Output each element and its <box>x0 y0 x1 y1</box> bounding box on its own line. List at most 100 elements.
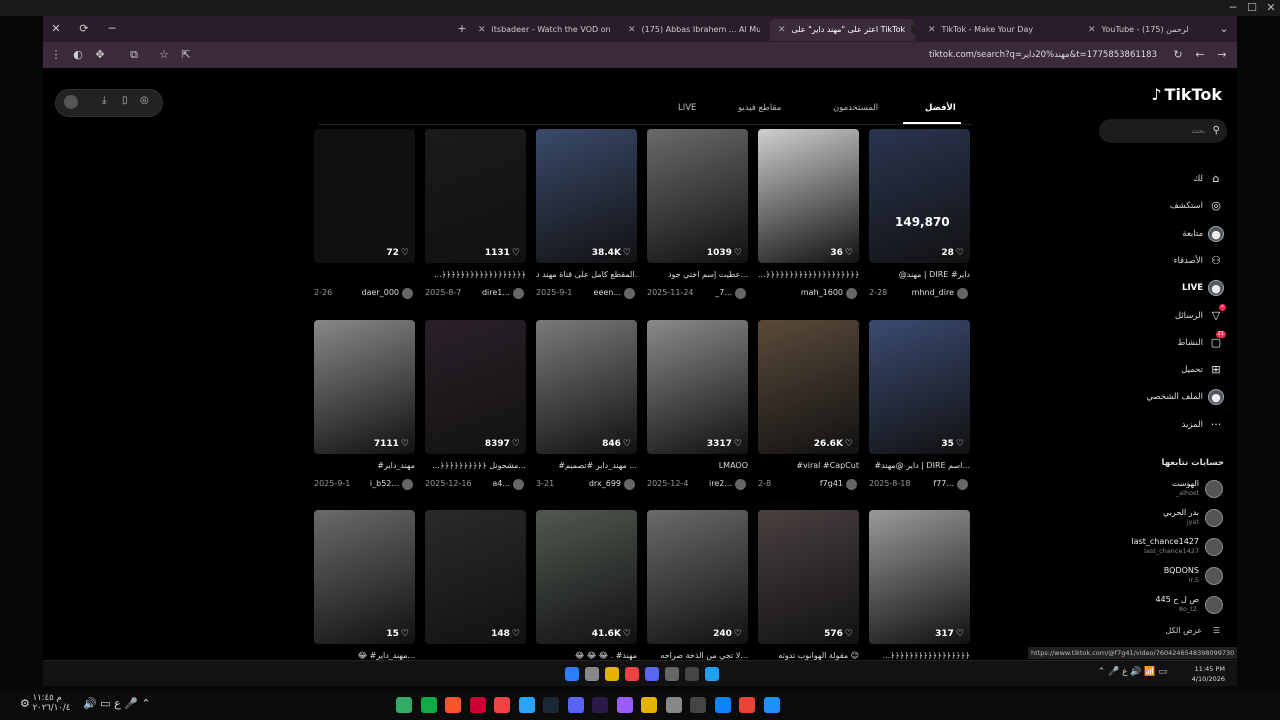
profile-icon[interactable]: ◐ <box>69 46 87 64</box>
taskbar-app-icon[interactable] <box>592 697 608 713</box>
video-caption[interactable]: LMAOO <box>647 461 748 470</box>
taskbar-app-icon[interactable] <box>739 697 755 713</box>
sidebar-item-0[interactable]: لك ⌂ <box>1097 168 1227 190</box>
sidebar-item-8[interactable]: الملف الشخصي ● <box>1097 386 1227 408</box>
taskbar-app-icon[interactable] <box>641 697 657 713</box>
video-caption[interactable]: لا تجي من الذخة صراحه... <box>647 651 748 660</box>
username[interactable]: mah_1600 <box>801 288 843 297</box>
taskbar-app-icon[interactable] <box>585 667 599 681</box>
sidebar-item-4[interactable]: LIVE ● <box>1097 277 1227 299</box>
video-caption[interactable]: ...﴿﴿﴿﴿﴿﴿﴿﴿﴿﴿﴿﴿﴿﴿﴿﴿﴿﴿﴿﴿ <box>758 270 859 279</box>
following-account[interactable]: BQDONS Ir.5 <box>1095 565 1227 587</box>
video-caption[interactable]: #داير @مهند | DIRE اسم... <box>869 461 970 470</box>
forward-icon[interactable]: → <box>1213 46 1231 64</box>
video-thumbnail[interactable]: 149,870 28 ♡ <box>869 129 970 263</box>
browser-tab[interactable]: ✕ YouTube - (175) بدر عبدالرحمن <box>1080 19 1188 41</box>
avatar[interactable] <box>513 479 524 490</box>
video-caption[interactable]: 😂 #مهند_داير... <box>314 651 415 660</box>
compass-icon[interactable]: ◎ <box>140 95 149 106</box>
avatar[interactable] <box>402 479 413 490</box>
extensions-icon[interactable]: ✥ <box>91 46 109 64</box>
video-caption[interactable]: المقطع كامل على قناة مهند د... <box>536 270 637 279</box>
sidebar-item-5[interactable]: الرسائل ▽ • <box>1097 303 1227 327</box>
video-thumbnail[interactable]: 41.6K ♡ <box>536 510 637 644</box>
tab-close-icon[interactable]: ✕ <box>1088 25 1096 35</box>
settings-icon[interactable]: ⚙ <box>20 697 30 710</box>
tab-close-icon[interactable]: ✕ <box>628 25 636 35</box>
username[interactable]: dire1... <box>482 288 510 297</box>
video-caption[interactable]: #viral #CapCut <box>758 461 859 470</box>
maximize-icon[interactable]: ☐ <box>1245 1 1259 15</box>
sidebar-item-6[interactable]: النشاط ▢ 21 <box>1097 330 1227 354</box>
video-caption[interactable]: عطيت إسم اختي جود... <box>647 270 748 279</box>
sidebar-item-2[interactable]: متابعة ● <box>1097 223 1227 245</box>
bookmark-star-icon[interactable]: ☆ <box>155 46 173 64</box>
share-icon[interactable]: ⇱ <box>177 46 195 64</box>
browser-tab[interactable]: ✕ TikTok - Make Your Day <box>920 19 1040 41</box>
following-account[interactable]: بدر الحربي jyat <box>1095 507 1227 529</box>
avatar[interactable] <box>624 288 635 299</box>
avatar[interactable] <box>64 95 78 109</box>
video-thumbnail[interactable]: 35 ♡ <box>869 320 970 454</box>
following-account[interactable]: last_chance1427 last_chance1427 <box>1095 536 1227 558</box>
tray-clock[interactable]: ⚙ م ١١:٤٥ ٢٠٢٦/١٠/٤ 🔊 ▭ ع 🎤 ⌃ <box>10 693 151 713</box>
username[interactable]: _7... <box>715 288 732 297</box>
taskbar-app-icon[interactable] <box>469 697 486 713</box>
avatar[interactable] <box>735 288 746 299</box>
taskbar-app-icon[interactable] <box>605 667 619 681</box>
video-caption[interactable]: ...﴿﴿﴿﴿﴿﴿﴿﴿﴿﴿﴿﴿﴿﴿﴿﴿﴿ <box>869 651 970 660</box>
tab-2[interactable]: مقاطع فيديو <box>738 103 781 113</box>
taskbar-app-icon[interactable] <box>685 667 699 681</box>
username[interactable]: mhnd_dire <box>912 288 954 297</box>
username[interactable]: f77... <box>933 479 954 488</box>
tab-3[interactable]: LIVE <box>678 103 696 113</box>
taskbar-app-icon[interactable] <box>690 697 706 713</box>
taskbar-app-icon[interactable] <box>518 697 535 713</box>
taskbar-app-icon[interactable] <box>714 697 731 713</box>
tab-search-icon[interactable]: ⌄ <box>1215 20 1233 38</box>
inner-clock[interactable]: 11:45 PM 4/10/2026 <box>1192 664 1225 684</box>
video-thumbnail[interactable]: 576 ♡ <box>758 510 859 644</box>
taskbar-app-icon[interactable] <box>396 697 412 713</box>
video-caption[interactable]: مقولة الهوانوب تدوته 😉 <box>758 651 859 660</box>
taskbar-app-icon[interactable] <box>543 697 559 713</box>
video-thumbnail[interactable]: 846 ♡ <box>536 320 637 454</box>
username[interactable]: i_b52... <box>370 479 399 488</box>
video-thumbnail[interactable]: 72 ♡ <box>314 129 415 263</box>
video-thumbnail[interactable]: 1131 ♡ <box>425 129 526 263</box>
tiktok-logo[interactable]: ♪ TikTok <box>1151 85 1222 104</box>
taskbar-app-icon[interactable] <box>705 667 719 681</box>
username[interactable]: eeen... <box>594 288 621 297</box>
taskbar-app-icon[interactable] <box>665 667 679 681</box>
username[interactable]: ire2... <box>709 479 732 488</box>
avatar[interactable] <box>513 288 524 299</box>
video-thumbnail[interactable]: 26.6K ♡ <box>758 320 859 454</box>
video-thumbnail[interactable]: 36 ♡ <box>758 129 859 263</box>
avatar[interactable] <box>402 288 413 299</box>
avatar[interactable] <box>957 479 968 490</box>
video-thumbnail[interactable]: 3317 ♡ <box>647 320 748 454</box>
search-icon[interactable]: ⚲ <box>1213 119 1220 143</box>
username[interactable]: daer_000 <box>362 288 399 297</box>
video-thumbnail[interactable]: 1039 ♡ <box>647 129 748 263</box>
sidebar-item-3[interactable]: الأصدقاء ⚇ <box>1097 250 1227 272</box>
avatar[interactable] <box>735 479 746 490</box>
reload-icon[interactable]: ↻ <box>1169 46 1187 64</box>
video-caption[interactable]: #مهند_داير <box>314 461 415 470</box>
taskbar-app-icon[interactable] <box>565 667 579 681</box>
video-caption[interactable]: ...﴿﴿﴿﴿﴿﴿﴿﴿﴿﴿﴿﴿﴿﴿﴿﴿﴿﴿ <box>425 270 526 279</box>
video-thumbnail[interactable]: 8397 ♡ <box>425 320 526 454</box>
sidebar-item-9[interactable]: المزيد ··· <box>1097 414 1227 436</box>
browser-tab[interactable]: ✕ itsbadeer - Watch the VOD on K <box>470 19 610 41</box>
tab-close-icon[interactable]: ✕ <box>478 25 486 35</box>
video-thumbnail[interactable]: 317 ♡ <box>869 510 970 644</box>
phone-icon[interactable]: ▯ <box>122 95 128 106</box>
taskbar-app-icon[interactable] <box>616 697 633 713</box>
search-input[interactable]: بحث ⚲ <box>1099 119 1227 143</box>
close-window-icon[interactable]: ✕ <box>47 20 65 38</box>
taskbar-app-icon[interactable] <box>420 697 437 713</box>
video-caption[interactable]: 😂 😂 😂 . #مهند <box>536 651 637 660</box>
browser-tab[interactable]: ✕ اعثر على "مهند داير" على TikTok <box>770 19 915 41</box>
video-thumbnail[interactable]: 38.4K ♡ <box>536 129 637 263</box>
taskbar-app-icon[interactable] <box>625 667 639 681</box>
